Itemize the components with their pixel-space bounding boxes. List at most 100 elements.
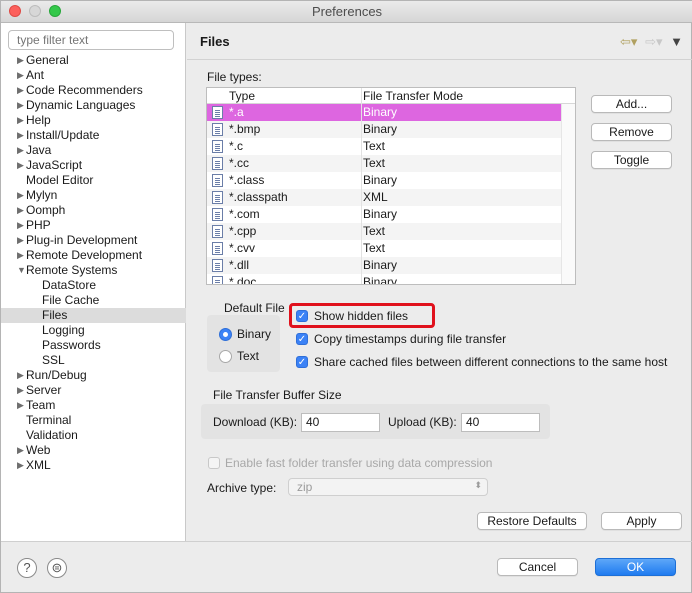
sidebar-item-plug-in-development[interactable]: ▶ Plug-in Development xyxy=(1,233,186,248)
collapsed-arrow-icon[interactable]: ▶ xyxy=(17,368,24,383)
sidebar-item-terminal[interactable]: Terminal xyxy=(1,413,186,428)
collapsed-arrow-icon[interactable]: ▶ xyxy=(17,398,24,413)
sidebar-item-datastore[interactable]: DataStore xyxy=(1,278,186,293)
transfer-mode-cell: Text xyxy=(363,156,386,170)
sidebar-item-xml[interactable]: ▶ XML xyxy=(1,458,186,473)
sidebar-item-files[interactable]: Files xyxy=(1,308,186,323)
collapsed-arrow-icon[interactable]: ▶ xyxy=(17,443,24,458)
sidebar-item-ant[interactable]: ▶ Ant xyxy=(1,68,186,83)
sidebar-item-validation[interactable]: Validation xyxy=(1,428,186,443)
view-menu-icon[interactable]: ▼ xyxy=(670,34,683,49)
fast-transfer-checkbox[interactable] xyxy=(208,457,220,469)
page-title: Files xyxy=(200,34,230,49)
sidebar-item-oomph[interactable]: ▶ Oomph xyxy=(1,203,186,218)
remove-button[interactable]: Remove xyxy=(591,123,672,141)
back-arrow-icon[interactable]: ⇦▾ xyxy=(620,34,637,49)
collapsed-arrow-icon[interactable]: ▶ xyxy=(17,218,24,233)
table-row[interactable]: *.doc Binary xyxy=(207,274,563,285)
file-types-table[interactable]: Type File Transfer Mode *.a Binary *.bmp Bi… xyxy=(206,87,576,285)
sidebar-item-javascript[interactable]: ▶ JavaScript xyxy=(1,158,186,173)
collapsed-arrow-icon[interactable]: ▶ xyxy=(17,143,24,158)
collapsed-arrow-icon[interactable]: ▶ xyxy=(17,53,24,68)
file-type-cell: *.dll xyxy=(229,258,250,272)
ok-button[interactable]: OK xyxy=(595,558,676,576)
collapsed-arrow-icon[interactable]: ▶ xyxy=(17,83,24,98)
sidebar-item-ssl[interactable]: SSL xyxy=(1,353,186,368)
sidebar-item-dynamic-languages[interactable]: ▶ Dynamic Languages xyxy=(1,98,186,113)
help-icon[interactable]: ? xyxy=(17,558,37,578)
sidebar-item-code-recommenders[interactable]: ▶ Code Recommenders xyxy=(1,83,186,98)
text-radio[interactable] xyxy=(219,350,232,363)
table-row[interactable]: *.classpath XML xyxy=(207,189,563,206)
collapsed-arrow-icon[interactable]: ▶ xyxy=(17,113,24,128)
sidebar-item-team[interactable]: ▶ Team xyxy=(1,398,186,413)
sidebar-item-java[interactable]: ▶ Java xyxy=(1,143,186,158)
table-row[interactable]: *.cpp Text xyxy=(207,223,563,240)
collapsed-arrow-icon[interactable]: ▶ xyxy=(17,188,24,203)
sidebar-item-label: Passwords xyxy=(42,338,101,352)
sidebar-item-server[interactable]: ▶ Server xyxy=(1,383,186,398)
sidebar-item-install-update[interactable]: ▶ Install/Update xyxy=(1,128,186,143)
binary-radio-label[interactable]: Binary xyxy=(237,327,271,341)
text-radio-label[interactable]: Text xyxy=(237,349,259,363)
file-icon xyxy=(212,259,223,272)
sidebar-item-file-cache[interactable]: File Cache xyxy=(1,293,186,308)
column-header-type[interactable]: Type xyxy=(229,89,255,103)
forward-arrow-icon[interactable]: ⇨▾ xyxy=(645,34,662,49)
sidebar-item-php[interactable]: ▶ PHP xyxy=(1,218,186,233)
table-row[interactable]: *.a Binary xyxy=(207,104,563,121)
copy-timestamps-checkbox[interactable]: ✓ xyxy=(296,333,308,345)
download-field[interactable]: 40 xyxy=(301,413,380,432)
sidebar-item-web[interactable]: ▶ Web xyxy=(1,443,186,458)
file-type-cell: *.class xyxy=(229,173,265,187)
file-icon xyxy=(212,174,223,187)
expanded-arrow-icon[interactable]: ▼ xyxy=(17,263,26,278)
table-row[interactable]: *.com Binary xyxy=(207,206,563,223)
collapsed-arrow-icon[interactable]: ▶ xyxy=(17,458,24,473)
title-bar[interactable]: Preferences xyxy=(1,1,692,23)
sidebar-item-label: Java xyxy=(26,143,52,157)
share-cached-label[interactable]: Share cached files between different con… xyxy=(314,355,667,369)
collapsed-arrow-icon[interactable]: ▶ xyxy=(17,68,24,83)
filter-input[interactable] xyxy=(8,30,174,50)
copy-timestamps-label[interactable]: Copy timestamps during file transfer xyxy=(314,332,506,346)
sidebar-item-passwords[interactable]: Passwords xyxy=(1,338,186,353)
sidebar-item-mylyn[interactable]: ▶ Mylyn xyxy=(1,188,186,203)
collapsed-arrow-icon[interactable]: ▶ xyxy=(17,128,24,143)
restore-defaults-button[interactable]: Restore Defaults xyxy=(477,512,587,530)
sidebar-item-help[interactable]: ▶ Help xyxy=(1,113,186,128)
sidebar-item-logging[interactable]: Logging xyxy=(1,323,186,338)
transfer-mode-cell: Text xyxy=(363,139,386,153)
table-row[interactable]: *.class Binary xyxy=(207,172,563,189)
collapsed-arrow-icon[interactable]: ▶ xyxy=(17,158,24,173)
sidebar-item-label: Model Editor xyxy=(26,173,94,187)
import-export-icon[interactable]: ⊜ xyxy=(47,558,67,578)
add-button[interactable]: Add... xyxy=(591,95,672,113)
archive-type-select[interactable]: zip ⬍ xyxy=(288,478,488,496)
collapsed-arrow-icon[interactable]: ▶ xyxy=(17,383,24,398)
sidebar-item-run-debug[interactable]: ▶ Run/Debug xyxy=(1,368,186,383)
binary-radio[interactable] xyxy=(219,328,232,341)
table-row[interactable]: *.bmp Binary xyxy=(207,121,563,138)
apply-button[interactable]: Apply xyxy=(601,512,682,530)
column-header-mode[interactable]: File Transfer Mode xyxy=(363,89,463,103)
table-row[interactable]: *.cvv Text xyxy=(207,240,563,257)
collapsed-arrow-icon[interactable]: ▶ xyxy=(17,248,24,263)
table-scrollbar[interactable] xyxy=(561,104,575,284)
sidebar-item-general[interactable]: ▶ General xyxy=(1,53,186,68)
upload-field[interactable]: 40 xyxy=(461,413,540,432)
collapsed-arrow-icon[interactable]: ▶ xyxy=(17,233,24,248)
sidebar-item-remote-systems[interactable]: ▼ Remote Systems xyxy=(1,263,186,278)
toggle-button[interactable]: Toggle xyxy=(591,151,672,169)
share-cached-checkbox[interactable]: ✓ xyxy=(296,356,308,368)
cancel-button[interactable]: Cancel xyxy=(497,558,578,576)
table-row[interactable]: *.cc Text xyxy=(207,155,563,172)
transfer-mode-cell: Binary xyxy=(363,173,398,187)
collapsed-arrow-icon[interactable]: ▶ xyxy=(17,98,24,113)
collapsed-arrow-icon[interactable]: ▶ xyxy=(17,203,24,218)
table-row[interactable]: *.dll Binary xyxy=(207,257,563,274)
sidebar-item-remote-development[interactable]: ▶ Remote Development xyxy=(1,248,186,263)
sidebar-item-model-editor[interactable]: Model Editor xyxy=(1,173,186,188)
file-type-cell: *.doc xyxy=(229,275,257,285)
table-row[interactable]: *.c Text xyxy=(207,138,563,155)
